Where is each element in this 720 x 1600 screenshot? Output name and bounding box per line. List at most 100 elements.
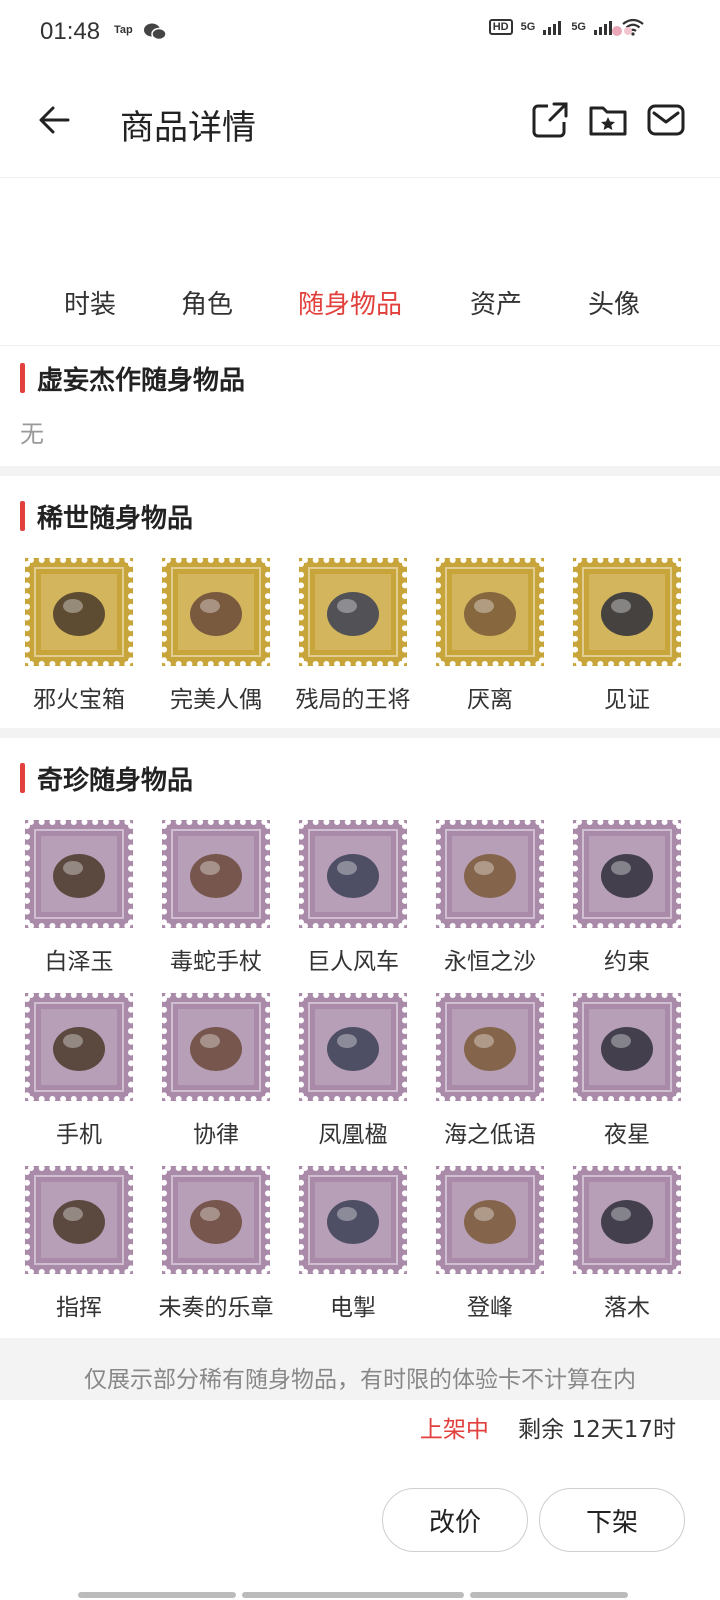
item-name: 白泽玉 <box>44 949 114 975</box>
empty-text: 无 <box>20 420 44 448</box>
remaining-time: 剩余 12天17时 <box>518 1417 676 1443</box>
item-stamp-image <box>24 992 134 1102</box>
item-stamp-image <box>435 992 545 1102</box>
item-stamp-image <box>24 819 134 929</box>
share-button[interactable] <box>530 100 570 140</box>
reprice-button[interactable]: 改价 <box>382 1488 528 1552</box>
item-card[interactable]: 落木 <box>557 1165 697 1322</box>
item-card[interactable]: 海之低语 <box>420 992 560 1149</box>
tab-outfit[interactable]: 时装 <box>64 268 116 346</box>
footnote-text: 仅展示部分稀有随身物品，有时限的体验卡不计算在内 <box>84 1367 636 1393</box>
hd-badge: HD <box>488 19 513 35</box>
item-card[interactable]: 毒蛇手杖 <box>146 819 286 976</box>
item-name: 协律 <box>193 1122 239 1148</box>
tap-app-icon: Tap <box>114 24 133 36</box>
item-card[interactable]: 协律 <box>146 992 286 1149</box>
item-card[interactable]: 残局的王将 <box>283 557 423 714</box>
home-indicator <box>242 1592 464 1598</box>
section-accent-bar <box>20 763 25 793</box>
tab-assets[interactable]: 资产 <box>470 268 522 346</box>
item-card[interactable]: 约束 <box>557 819 697 976</box>
item-stamp-image <box>572 1165 682 1275</box>
section-divider <box>0 728 720 738</box>
item-card[interactable]: 夜星 <box>557 992 697 1149</box>
item-stamp-image <box>161 557 271 667</box>
item-card[interactable]: 登峰 <box>420 1165 560 1322</box>
item-card[interactable]: 手机 <box>9 992 149 1149</box>
section-exotic-header: 奇珍随身物品 <box>20 762 194 796</box>
section-divider <box>0 466 720 476</box>
item-card[interactable]: 电掣 <box>283 1165 423 1322</box>
category-tabs: 时装 角色 随身物品 资产 头像 <box>0 268 720 346</box>
arrow-left-icon <box>39 106 70 134</box>
item-name: 电掣 <box>330 1295 376 1321</box>
item-card[interactable]: 完美人偶 <box>146 557 286 714</box>
page-title: 商品详情 <box>120 108 256 148</box>
message-button[interactable] <box>646 100 686 140</box>
item-name: 未奏的乐章 <box>158 1295 274 1321</box>
message-icon <box>647 104 685 136</box>
item-name: 见证 <box>604 687 650 713</box>
item-stamp-image <box>435 557 545 667</box>
item-stamp-image <box>298 819 408 929</box>
item-card[interactable]: 厌离 <box>420 557 560 714</box>
section-title: 奇珍随身物品 <box>37 765 194 796</box>
item-stamp-image <box>435 819 545 929</box>
item-card[interactable]: 永恒之沙 <box>420 819 560 976</box>
favorite-folder-button[interactable] <box>588 100 628 140</box>
item-name: 完美人偶 <box>170 687 262 713</box>
tab-accessories[interactable]: 随身物品 <box>298 268 402 346</box>
share-icon <box>532 102 568 138</box>
item-name: 落木 <box>604 1295 650 1321</box>
item-card[interactable]: 白泽玉 <box>9 819 149 976</box>
section-accent-bar <box>20 501 25 531</box>
item-name: 海之低语 <box>444 1122 536 1148</box>
favorite-folder-icon <box>589 106 627 136</box>
item-stamp-image <box>298 557 408 667</box>
item-name: 邪火宝箱 <box>33 687 125 713</box>
item-card[interactable]: 指挥 <box>9 1165 149 1322</box>
item-stamp-image <box>298 1165 408 1275</box>
tab-avatar[interactable]: 头像 <box>588 268 640 346</box>
item-name: 永恒之沙 <box>444 949 536 975</box>
item-name: 残局的王将 <box>295 687 411 713</box>
section-accent-bar <box>20 363 25 393</box>
item-stamp-image <box>572 992 682 1102</box>
section-rare-header: 稀世随身物品 <box>20 500 193 534</box>
wechat-icon <box>144 22 167 46</box>
item-card[interactable]: 巨人风车 <box>283 819 423 976</box>
status-time: 01:48 <box>40 18 101 45</box>
listing-status: 上架中 剩余 12天17时 <box>420 1410 676 1444</box>
item-card[interactable]: 未奏的乐章 <box>146 1165 286 1322</box>
item-card[interactable]: 凤凰楹 <box>283 992 423 1149</box>
item-name: 指挥 <box>56 1295 102 1321</box>
signal-5g-label-2: 5G <box>571 21 586 33</box>
signal-icon <box>543 19 563 35</box>
back-button[interactable] <box>30 96 78 144</box>
item-name: 巨人风车 <box>307 949 399 975</box>
item-name: 凤凰楹 <box>318 1122 388 1148</box>
item-stamp-image <box>24 557 134 667</box>
item-stamp-image <box>161 819 271 929</box>
delist-button[interactable]: 下架 <box>539 1488 685 1552</box>
item-name: 登峰 <box>467 1295 513 1321</box>
app-header: 商品详情 <box>0 66 720 178</box>
item-card[interactable]: 见证 <box>557 557 697 714</box>
item-stamp-image <box>572 557 682 667</box>
item-name: 夜星 <box>604 1122 650 1148</box>
item-name: 毒蛇手杖 <box>170 949 262 975</box>
item-stamp-image <box>24 1165 134 1275</box>
home-indicator <box>470 1592 628 1598</box>
tab-character[interactable]: 角色 <box>181 268 233 346</box>
item-card[interactable]: 邪火宝箱 <box>9 557 149 714</box>
section-masterpiece-header: 虚妄杰作随身物品 <box>20 362 246 396</box>
item-stamp-image <box>161 1165 271 1275</box>
item-stamp-image <box>435 1165 545 1275</box>
item-stamp-image <box>161 992 271 1102</box>
section-title: 虚妄杰作随身物品 <box>37 365 246 396</box>
item-stamp-image <box>572 819 682 929</box>
item-stamp-image <box>298 992 408 1102</box>
signal-5g-label: 5G <box>520 21 536 33</box>
notification-flower-icon <box>610 22 636 44</box>
item-name: 手机 <box>56 1122 102 1148</box>
